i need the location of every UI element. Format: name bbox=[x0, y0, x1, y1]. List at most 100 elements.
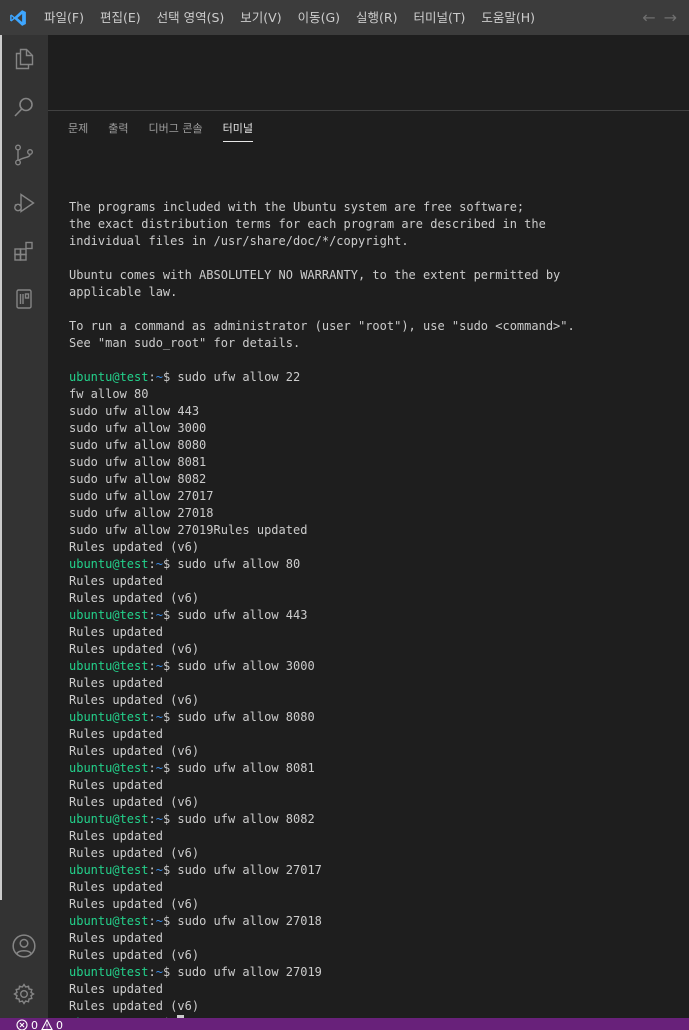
menu-view[interactable]: 보기(V) bbox=[232, 0, 289, 35]
prompt-symbol: $ bbox=[162, 659, 178, 673]
prompt-path: ~ bbox=[155, 370, 163, 384]
terminal-line: sudo ufw allow 8082 bbox=[69, 472, 207, 486]
terminal-line: ubuntu@test:~$ sudo ufw allow 27018 bbox=[69, 913, 679, 930]
terminal-line: Rules updated (v6) bbox=[69, 642, 200, 656]
prompt-symbol: $ bbox=[162, 965, 178, 979]
terminal-line: fw allow 80 bbox=[69, 387, 149, 401]
title-bar: 파일(F) 편집(E) 선택 영역(S) 보기(V) 이동(G) 실행(R) 터… bbox=[0, 0, 689, 35]
error-count: 0 bbox=[31, 1018, 38, 1030]
prompt-symbol: $ bbox=[162, 863, 178, 877]
terminal-command: sudo ufw allow 22 bbox=[177, 370, 301, 384]
terminal-line: ubuntu@test:~$ sudo ufw allow 22 bbox=[69, 369, 679, 386]
prompt-symbol: $ bbox=[162, 557, 178, 571]
prompt-user: ubuntu@test bbox=[69, 761, 149, 775]
terminal-command: sudo ufw allow 8080 bbox=[177, 710, 315, 724]
prompt-separator: : bbox=[148, 710, 156, 724]
terminal-line: ubuntu@test:~$ sudo ufw allow 443 bbox=[69, 607, 679, 624]
terminal-line: Rules updated bbox=[69, 625, 163, 639]
prompt-separator: : bbox=[148, 914, 156, 928]
run-debug-icon[interactable] bbox=[0, 179, 48, 227]
terminal-line: the exact distribution terms for each pr… bbox=[69, 217, 546, 231]
terminal-line: sudo ufw allow 443 bbox=[69, 404, 200, 418]
prompt-path: ~ bbox=[155, 914, 163, 928]
search-icon[interactable] bbox=[0, 83, 48, 131]
menu-file[interactable]: 파일(F) bbox=[36, 0, 92, 35]
prompt-symbol: $ bbox=[162, 370, 178, 384]
menu-terminal[interactable]: 터미널(T) bbox=[406, 0, 474, 35]
terminal-line: Rules updated (v6) bbox=[69, 744, 200, 758]
prompt-user: ubuntu@test bbox=[69, 914, 149, 928]
activity-bar bbox=[0, 35, 48, 1018]
navigation-arrows: ← → bbox=[642, 0, 677, 35]
terminal-line: sudo ufw allow 27018 bbox=[69, 506, 214, 520]
window-edge bbox=[0, 35, 2, 900]
prompt-user: ubuntu@test bbox=[69, 812, 149, 826]
terminal-line: Rules updated (v6) bbox=[69, 693, 200, 707]
gear-icon[interactable] bbox=[0, 970, 48, 1018]
menu-go[interactable]: 이동(G) bbox=[290, 0, 348, 35]
back-arrow-icon[interactable]: ← bbox=[642, 8, 655, 27]
remote-explorer-icon[interactable] bbox=[0, 275, 48, 323]
terminal-line: individual files in /usr/share/doc/*/cop… bbox=[69, 234, 409, 248]
terminal-command: sudo ufw allow 3000 bbox=[177, 659, 315, 673]
terminal-line: Rules updated bbox=[69, 880, 163, 894]
terminal-command: sudo ufw allow 27018 bbox=[177, 914, 322, 928]
prompt-user: ubuntu@test bbox=[69, 608, 149, 622]
explorer-icon[interactable] bbox=[0, 35, 48, 83]
editor-area[interactable] bbox=[48, 35, 689, 111]
terminal-command: sudo ufw allow 27019 bbox=[177, 965, 322, 979]
terminal-line: Rules updated (v6) bbox=[69, 897, 200, 911]
terminal-output[interactable]: The programs included with the Ubuntu sy… bbox=[69, 182, 679, 1018]
menu-bar: 파일(F) 편집(E) 선택 영역(S) 보기(V) 이동(G) 실행(R) 터… bbox=[36, 0, 543, 35]
prompt-path: ~ bbox=[155, 608, 163, 622]
problems-status[interactable]: 0 0 bbox=[0, 1018, 63, 1030]
panel-tabs: 문제 출력 디버그 콘솔 터미널 bbox=[68, 111, 263, 147]
terminal-line: sudo ufw allow 8081 bbox=[69, 455, 207, 469]
terminal-command: sudo ufw allow 8082 bbox=[177, 812, 315, 826]
prompt-path: ~ bbox=[155, 761, 163, 775]
prompt-user: ubuntu@test bbox=[69, 370, 149, 384]
terminal-command: sudo ufw allow 443 bbox=[177, 608, 308, 622]
terminal-command: sudo ufw allow 27017 bbox=[177, 863, 322, 877]
prompt-user: ubuntu@test bbox=[69, 965, 149, 979]
terminal-line: ubuntu@test:~$ sudo ufw allow 8080 bbox=[69, 709, 679, 726]
terminal-line: ubuntu@test:~$ sudo ufw allow 80 bbox=[69, 556, 679, 573]
terminal-line: Rules updated (v6) bbox=[69, 591, 200, 605]
prompt-separator: : bbox=[148, 608, 156, 622]
menu-edit[interactable]: 편집(E) bbox=[92, 0, 149, 35]
terminal-line: Rules updated bbox=[69, 574, 163, 588]
account-icon[interactable] bbox=[0, 922, 48, 970]
forward-arrow-icon[interactable]: → bbox=[664, 8, 677, 27]
terminal-command: sudo ufw allow 80 bbox=[177, 557, 301, 571]
terminal-line: To run a command as administrator (user … bbox=[69, 319, 575, 333]
prompt-separator: : bbox=[148, 965, 156, 979]
terminal-line: Rules updated bbox=[69, 727, 163, 741]
prompt-separator: : bbox=[148, 863, 156, 877]
prompt-user: ubuntu@test bbox=[69, 863, 149, 877]
menu-selection[interactable]: 선택 영역(S) bbox=[149, 0, 233, 35]
terminal-line: ubuntu@test:~$ sudo ufw allow 27017 bbox=[69, 862, 679, 879]
tab-problems[interactable]: 문제 bbox=[68, 111, 98, 147]
terminal-line: Rules updated (v6) bbox=[69, 846, 200, 860]
status-bar: 0 0 bbox=[0, 1018, 689, 1030]
tab-terminal[interactable]: 터미널 bbox=[213, 111, 263, 147]
tab-output[interactable]: 출력 bbox=[98, 111, 138, 147]
menu-help[interactable]: 도움말(H) bbox=[473, 0, 543, 35]
prompt-path: ~ bbox=[155, 557, 163, 571]
extensions-icon[interactable] bbox=[0, 227, 48, 275]
warning-icon bbox=[41, 1019, 53, 1030]
terminal-line: ubuntu@test:~$ sudo ufw allow 8082 bbox=[69, 811, 679, 828]
menu-run[interactable]: 실행(R) bbox=[348, 0, 405, 35]
prompt-separator: : bbox=[148, 812, 156, 826]
terminal-line: sudo ufw allow 27019Rules updated bbox=[69, 523, 308, 537]
terminal-line: sudo ufw allow 3000 bbox=[69, 421, 207, 435]
prompt-path: ~ bbox=[155, 659, 163, 673]
tab-debug-console[interactable]: 디버그 콘솔 bbox=[139, 111, 213, 147]
terminal-line: Ubuntu comes with ABSOLUTELY NO WARRANTY… bbox=[69, 268, 561, 282]
terminal-line: Rules updated bbox=[69, 931, 163, 945]
source-control-icon[interactable] bbox=[0, 131, 48, 179]
prompt-separator: : bbox=[148, 370, 156, 384]
bottom-panel: 문제 출력 디버그 콘솔 터미널 The programs included w… bbox=[48, 111, 689, 1018]
